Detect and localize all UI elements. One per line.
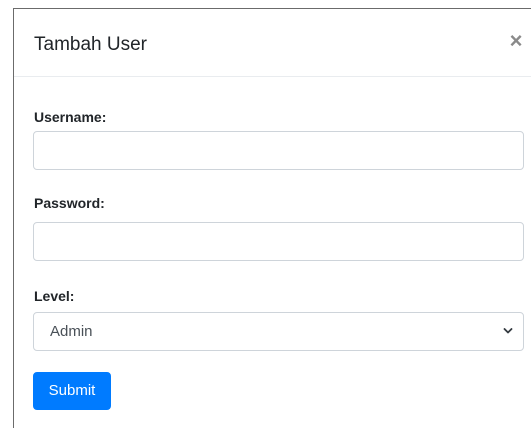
username-label: Username:: [34, 109, 107, 125]
modal-header: Tambah User ×: [14, 9, 531, 77]
username-input[interactable]: [33, 131, 524, 170]
modal-title: Tambah User: [34, 34, 147, 55]
level-selected-value: Admin: [50, 323, 93, 340]
level-select[interactable]: Admin: [33, 312, 524, 351]
submit-button[interactable]: Submit: [33, 372, 111, 410]
close-icon[interactable]: ×: [506, 30, 526, 53]
password-label: Password:: [34, 195, 105, 211]
level-label: Level:: [34, 288, 75, 304]
chevron-down-icon: [503, 328, 513, 334]
password-input[interactable]: [33, 222, 524, 261]
add-user-modal: Tambah User × Username: Password: Level:…: [13, 8, 531, 428]
